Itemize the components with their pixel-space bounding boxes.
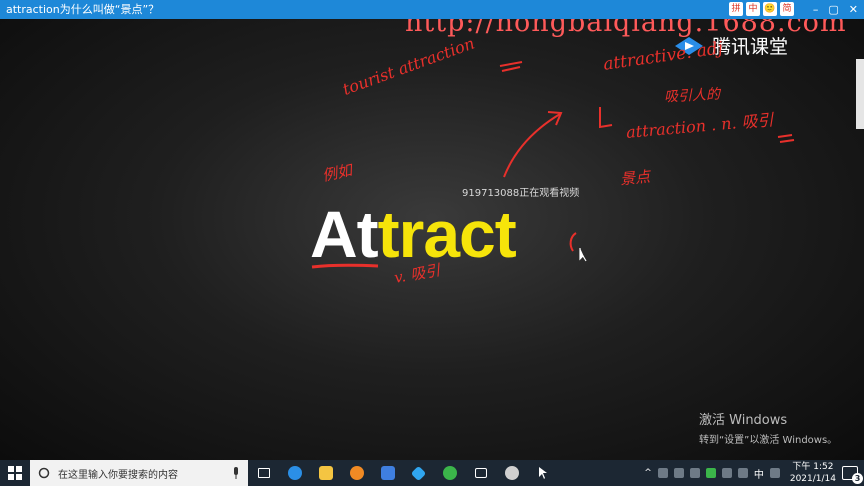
close-button[interactable]: ✕ [849, 0, 858, 19]
ime-icon[interactable]: 拼 [729, 2, 743, 16]
wps-icon[interactable] [372, 460, 403, 486]
ime-lang-icon[interactable]: 中 [746, 2, 760, 16]
activation-subtitle: 转到“设置”以激活 Windows。 [699, 435, 838, 446]
action-center-icon[interactable]: 3 [842, 466, 863, 484]
file-explorer-icon[interactable] [310, 460, 341, 486]
video-slide[interactable]: http://hongbaiqiang.1688.com 腾讯课堂 919713… [0, 19, 864, 460]
cursor-pointer-icon [527, 460, 558, 486]
clock-date: 2021/1/14 [789, 474, 836, 484]
notification-count: 3 [852, 473, 863, 484]
microphone-icon[interactable] [232, 467, 240, 479]
annotation-strokes [311, 61, 795, 269]
input-toolbar: 拼 中 🙂 简 [729, 2, 794, 16]
chevron-up-icon[interactable]: ^ [644, 468, 652, 478]
wechat-icon[interactable] [434, 460, 465, 486]
window-controls: – ▢ ✕ [813, 0, 858, 19]
start-button[interactable] [0, 460, 30, 486]
tray-app-icon[interactable] [705, 468, 716, 478]
taskbar-clock[interactable]: 下午 1:52 2021/1/14 [790, 461, 836, 485]
tray-app-icon[interactable] [673, 468, 684, 478]
simplified-icon[interactable]: 简 [780, 2, 794, 16]
browser-app-icon[interactable] [341, 460, 372, 486]
maximize-button[interactable]: ▢ [828, 0, 838, 19]
windows-activation-notice: 激活 Windows 转到“设置”以激活 Windows。 [699, 409, 837, 446]
tencent-classroom-app-icon[interactable] [403, 460, 434, 486]
window-titlebar: attraction为什么叫做“景点”？ 拼 中 🙂 简 – ▢ ✕ [0, 0, 864, 19]
activation-title: 激活 Windows [699, 413, 788, 428]
system-tray: ^ 中 下午 1:52 2021/1/14 3 [644, 460, 864, 486]
window-title: attraction为什么叫做“景点”？ [6, 3, 160, 16]
volume-icon[interactable] [737, 468, 748, 478]
ime-mode-icon[interactable] [769, 468, 780, 478]
clock-time: 下午 1:52 [792, 462, 834, 472]
search-icon [38, 467, 50, 479]
network-icon[interactable] [721, 468, 732, 478]
search-placeholder: 在这里输入你要搜索的内容 [58, 469, 178, 481]
media-player-icon[interactable] [496, 460, 527, 486]
tray-app-icon[interactable] [689, 468, 700, 478]
edge-icon[interactable] [279, 460, 310, 486]
taskbar-search[interactable]: 在这里输入你要搜索的内容 [30, 460, 248, 486]
tray-app-icon[interactable] [657, 468, 668, 478]
video-app-icon[interactable] [465, 460, 496, 486]
taskbar: 在这里输入你要搜索的内容 ^ 中 下午 1:52 2021/1/14 3 [0, 460, 864, 486]
windows-icon [8, 466, 22, 480]
minimize-button[interactable]: – [813, 0, 819, 19]
input-language-indicator[interactable]: 中 [754, 466, 764, 481]
emoji-icon[interactable]: 🙂 [763, 2, 777, 16]
task-view-icon[interactable] [248, 460, 279, 486]
